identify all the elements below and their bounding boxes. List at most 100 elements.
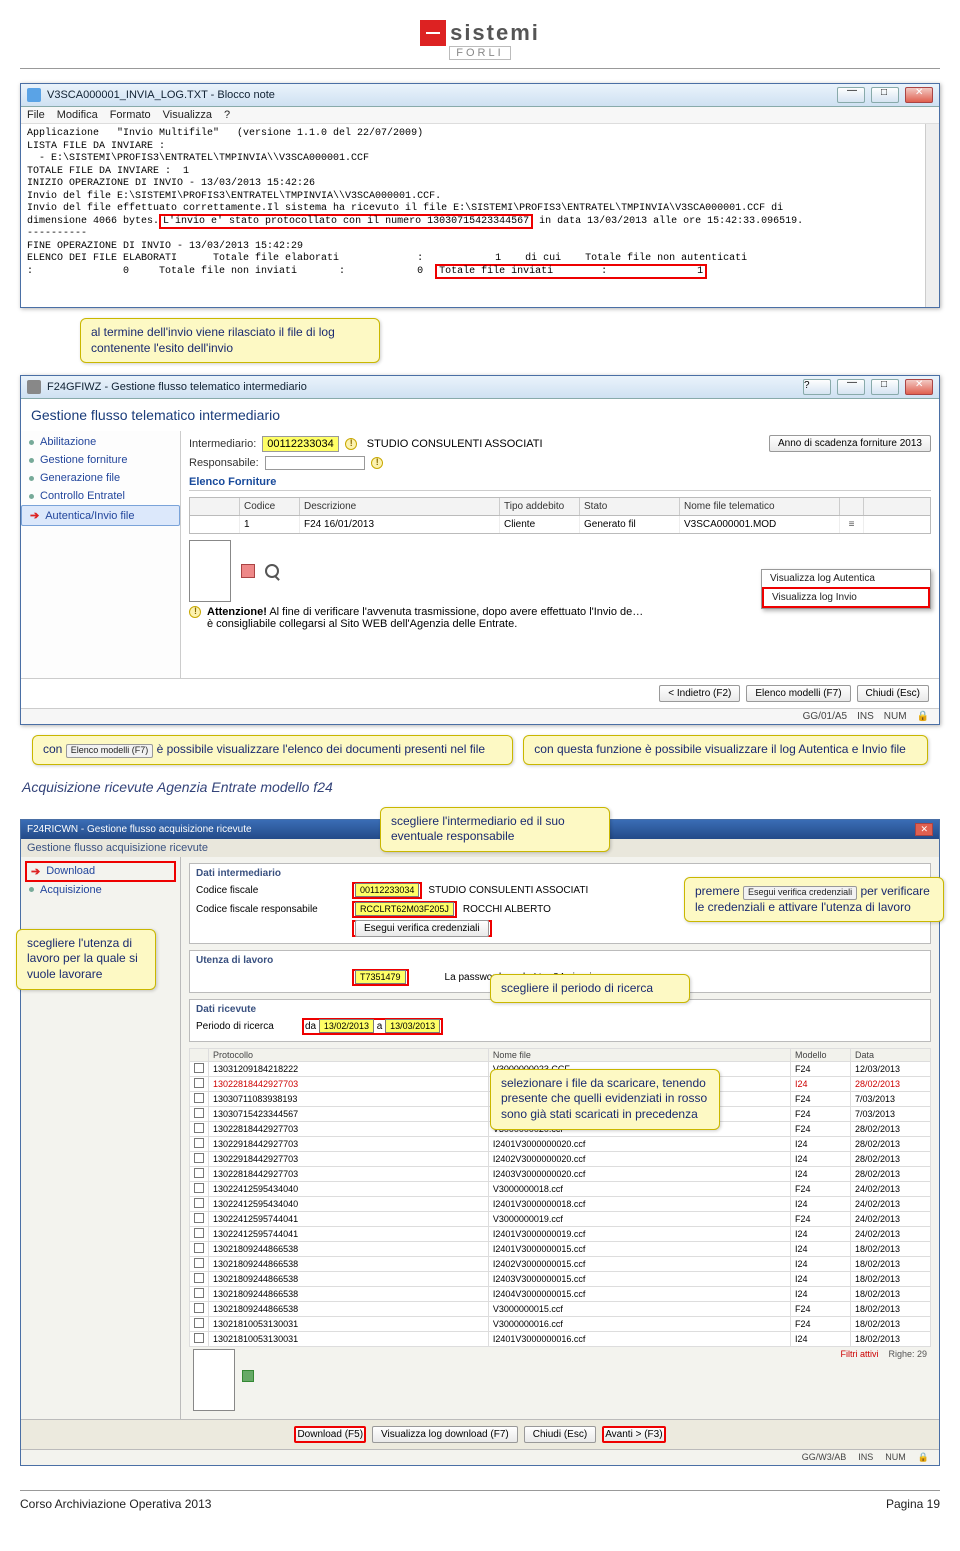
icon-page[interactable]	[189, 540, 231, 602]
col-data[interactable]: Data	[851, 1048, 931, 1061]
cell-protocollo: 13022412595434040	[209, 1181, 489, 1196]
row-menu-icon[interactable]: ≡	[840, 516, 864, 533]
elenco-modelli-button[interactable]: Elenco modelli (F7)	[746, 685, 850, 702]
window-title: V3SCA000001_INVIA_LOG.TXT - Blocco note	[47, 89, 831, 101]
download-button[interactable]: Download (F5)	[294, 1426, 366, 1443]
row-checkbox[interactable]	[194, 1213, 204, 1223]
menu-formato[interactable]: Formato	[110, 109, 151, 121]
anno-scadenza-button[interactable]: Anno di scadenza forniture 2013	[769, 435, 931, 452]
col-nome-file[interactable]: Nome file telematico	[680, 498, 840, 515]
row-checkbox[interactable]	[194, 1078, 204, 1088]
row-checkbox[interactable]	[194, 1318, 204, 1328]
col-descrizione[interactable]: Descrizione	[300, 498, 500, 515]
table-row[interactable]: 13022918442927703I2402V3000000020.ccfI24…	[190, 1151, 931, 1166]
row-checkbox[interactable]	[194, 1108, 204, 1118]
row-checkbox[interactable]	[194, 1288, 204, 1298]
row-checkbox[interactable]	[194, 1198, 204, 1208]
table-row[interactable]: 13021810053130031V3000000016.ccfF2418/02…	[190, 1316, 931, 1331]
row-checkbox[interactable]	[194, 1093, 204, 1103]
minimize-button[interactable]	[837, 87, 865, 103]
utenza-field[interactable]: T7351479	[355, 970, 406, 984]
row-checkbox[interactable]	[194, 1123, 204, 1133]
col-nome-file[interactable]: Nome file	[488, 1048, 790, 1061]
esegui-verifica-button[interactable]: Esegui verifica credenziali	[355, 920, 489, 937]
table-row[interactable]: 13022818442927703I2403V3000000020.ccfI24…	[190, 1166, 931, 1181]
col-modello[interactable]: Modello	[791, 1048, 851, 1061]
periodo-a-field[interactable]: 13/03/2013	[385, 1019, 440, 1033]
col-protocollo[interactable]: Protocollo	[209, 1048, 489, 1061]
filtri-label[interactable]: Filtri attivi	[840, 1349, 878, 1359]
row-checkbox[interactable]	[194, 1303, 204, 1313]
col-stato[interactable]: Stato	[580, 498, 680, 515]
col-codice[interactable]: Codice	[240, 498, 300, 515]
table-row[interactable]: 13022412595434040I2401V3000000018.ccfI24…	[190, 1196, 931, 1211]
menu-file[interactable]: File	[27, 109, 45, 121]
avanti-button[interactable]: Avanti > (F3)	[602, 1426, 665, 1443]
icon-magnifier[interactable]	[265, 564, 279, 578]
menu-visualizza-log-invio[interactable]: Visualizza log Invio	[762, 587, 930, 608]
cell-protocollo: 13021809244866538	[209, 1256, 489, 1271]
notepad-icon	[27, 88, 41, 102]
chiudi-button[interactable]: Chiudi (Esc)	[857, 685, 929, 702]
notepad-menubar: File Modifica Formato Visualizza ?	[21, 107, 939, 124]
close-button[interactable]	[905, 379, 933, 395]
row-checkbox[interactable]	[194, 1168, 204, 1178]
sidebar-item-abilitazione[interactable]: Abilitazione	[21, 433, 180, 451]
row-checkbox[interactable]	[194, 1138, 204, 1148]
sidebar-item-gestione-forniture[interactable]: Gestione forniture	[21, 451, 180, 469]
chiudi-button[interactable]: Chiudi (Esc)	[524, 1426, 596, 1443]
table-row[interactable]: 13021809244866538I2401V3000000015.ccfI24…	[190, 1241, 931, 1256]
sidebar-item-controllo-entratel[interactable]: Controllo Entratel	[21, 487, 180, 505]
info-icon[interactable]	[345, 438, 357, 450]
table-row[interactable]: 13021809244866538V3000000015.ccfF2418/02…	[190, 1301, 931, 1316]
table-row[interactable]: 13021809244866538I2403V3000000015.ccfI24…	[190, 1271, 931, 1286]
row-checkbox[interactable]	[194, 1333, 204, 1343]
table-row[interactable]: 13022918442927703I2401V3000000020.ccfI24…	[190, 1136, 931, 1151]
icon-export[interactable]	[242, 1370, 254, 1382]
row-checkbox[interactable]	[194, 1183, 204, 1193]
table-row[interactable]: 13021809244866538I2404V3000000015.ccfI24…	[190, 1286, 931, 1301]
attenzione-text1: Al fine di verificare l'avvenuta trasmis…	[269, 606, 643, 618]
maximize-button[interactable]	[871, 87, 899, 103]
maximize-button[interactable]	[871, 379, 899, 395]
table-row[interactable]: 13022412595744041I2401V3000000019.ccfI24…	[190, 1226, 931, 1241]
notepad-content[interactable]: Applicazione "Invio Multifile" (versione…	[21, 124, 939, 307]
intermediario-field[interactable]: 00112233034	[262, 436, 338, 452]
indietro-button[interactable]: < Indietro (F2)	[659, 685, 740, 702]
row-checkbox[interactable]	[194, 1228, 204, 1238]
row-checkbox[interactable]	[194, 1243, 204, 1253]
sidebar-item-acquisizione[interactable]: Acquisizione	[25, 882, 176, 898]
menu-visualizza-log-autentica[interactable]: Visualizza log Autentica	[762, 570, 930, 587]
table-row[interactable]: 13022412595744041V3000000019.ccfF2424/02…	[190, 1211, 931, 1226]
gestione-flusso-window: F24GFIWZ - Gestione flusso telematico in…	[20, 375, 940, 725]
forniture-row[interactable]: 1 F24 16/01/2013 Cliente Generato fil V3…	[189, 516, 931, 534]
col-tipo-addebito[interactable]: Tipo addebito	[500, 498, 580, 515]
table-row[interactable]: 13021809244866538I2402V3000000015.ccfI24…	[190, 1256, 931, 1271]
icon-book[interactable]	[241, 564, 255, 578]
menu-modifica[interactable]: Modifica	[57, 109, 98, 121]
menu-visualizza[interactable]: Visualizza	[163, 109, 212, 121]
row-checkbox[interactable]	[194, 1063, 204, 1073]
icon-page[interactable]	[193, 1349, 235, 1411]
visualizza-log-download-button[interactable]: Visualizza log download (F7)	[372, 1426, 518, 1443]
cf-field[interactable]: 00112233034	[355, 883, 419, 897]
responsabile-field[interactable]	[265, 456, 365, 470]
row-checkbox[interactable]	[194, 1258, 204, 1268]
table-row[interactable]: 13021810053130031I2401V3000000016.ccfI24…	[190, 1331, 931, 1346]
row-checkbox[interactable]	[194, 1153, 204, 1163]
info-icon[interactable]	[371, 457, 383, 469]
help-button[interactable]: ?	[803, 379, 831, 395]
scrollbar-vertical[interactable]	[925, 124, 939, 307]
table-row[interactable]: 13022412595434040V3000000018.ccfF2424/02…	[190, 1181, 931, 1196]
cfr-field[interactable]: RCCLRT62M03F205J	[355, 902, 454, 916]
close-button[interactable]: ✕	[915, 823, 933, 836]
row-checkbox[interactable]	[194, 1273, 204, 1283]
sidebar-item-download[interactable]: ➔ Download	[25, 861, 176, 882]
cell-data: 18/02/2013	[851, 1271, 931, 1286]
minimize-button[interactable]	[837, 379, 865, 395]
sidebar-item-autentica-invio[interactable]: ➔Autentica/Invio file	[21, 505, 180, 526]
sidebar-item-generazione-file[interactable]: Generazione file	[21, 469, 180, 487]
menu-help[interactable]: ?	[224, 109, 230, 121]
periodo-da-field[interactable]: 13/02/2013	[319, 1019, 374, 1033]
close-button[interactable]	[905, 87, 933, 103]
